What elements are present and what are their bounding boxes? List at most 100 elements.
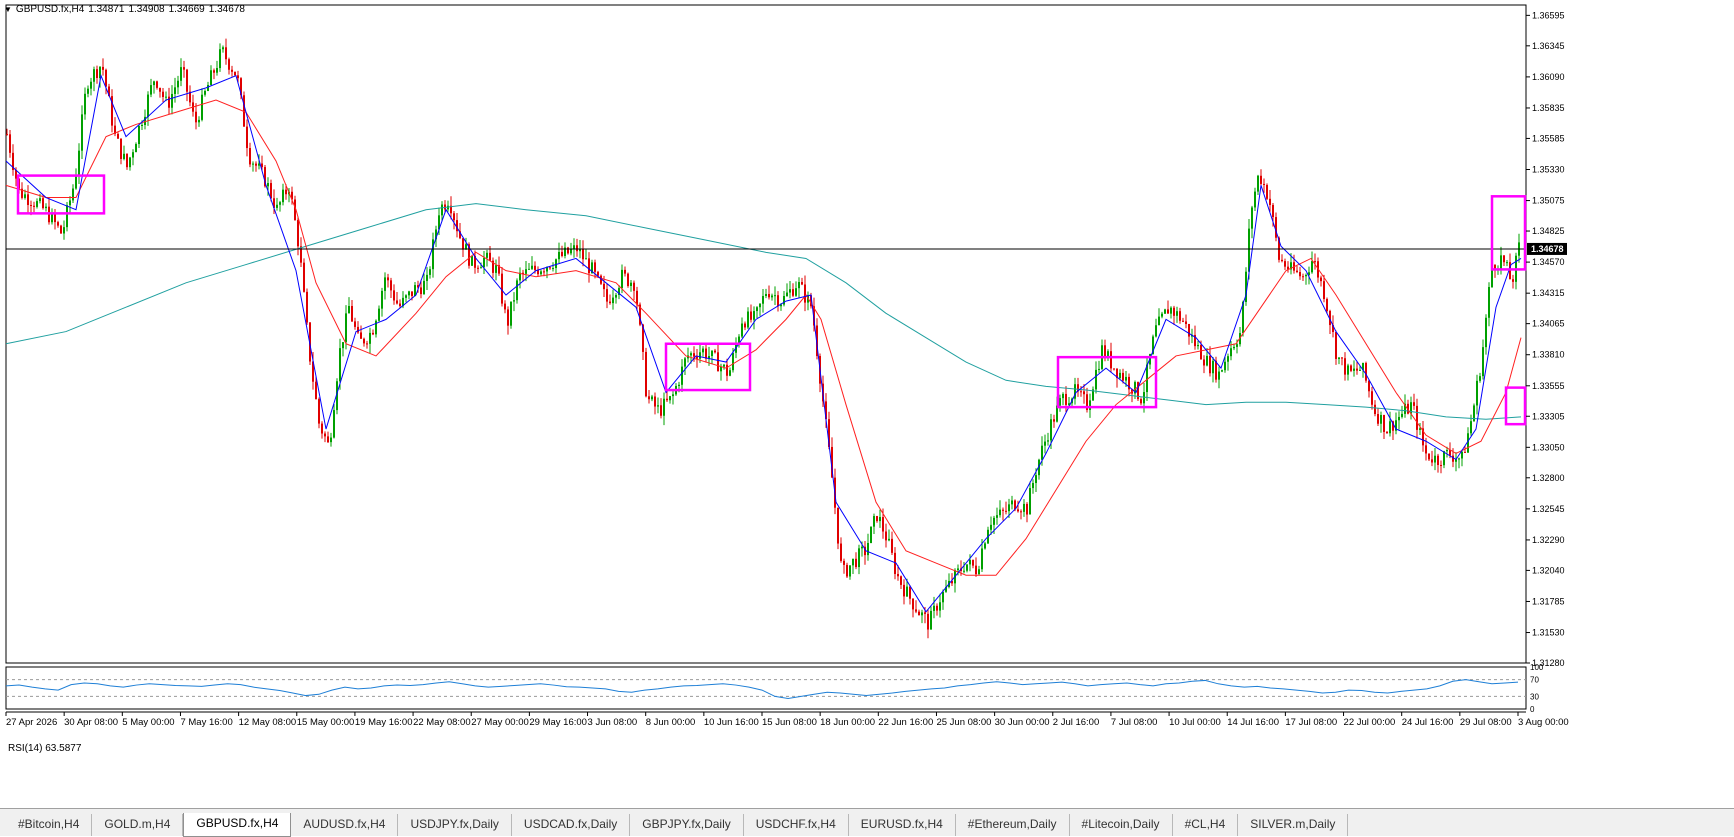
candle-body bbox=[654, 396, 656, 407]
candle-body bbox=[681, 366, 683, 385]
candle-body bbox=[1233, 346, 1235, 349]
candle-body bbox=[1227, 356, 1229, 362]
chart-tab-4[interactable]: AUDUSD.fx,H4 bbox=[291, 814, 399, 836]
candle-body bbox=[1305, 274, 1307, 277]
candle-body bbox=[186, 69, 188, 92]
candle-body bbox=[477, 267, 479, 269]
candle-body bbox=[1365, 362, 1367, 381]
candle-body bbox=[510, 301, 512, 326]
candle-body bbox=[984, 543, 986, 549]
candle-body bbox=[804, 284, 806, 303]
chart-tab-9[interactable]: EURUSD.fx,H4 bbox=[849, 814, 956, 836]
chart-tab-10[interactable]: #Ethereum,Daily bbox=[956, 814, 1070, 836]
candle-body bbox=[6, 134, 8, 136]
price-tick-label: 1.34570 bbox=[1532, 257, 1565, 267]
candle-body bbox=[1020, 511, 1022, 513]
candle-body bbox=[1200, 344, 1202, 360]
candle-body bbox=[1413, 402, 1415, 406]
candle-body bbox=[609, 301, 611, 304]
candle-body bbox=[231, 69, 233, 72]
candle-body bbox=[939, 602, 941, 611]
candle-body bbox=[453, 213, 455, 221]
candle-body bbox=[42, 198, 44, 209]
candle-body bbox=[303, 262, 305, 292]
candle-body bbox=[621, 269, 623, 289]
candle-body bbox=[1449, 450, 1451, 456]
time-tick-label: 29 Jul 08:00 bbox=[1460, 717, 1512, 728]
candle-body bbox=[774, 295, 776, 297]
candle-body bbox=[582, 248, 584, 260]
candle-body bbox=[717, 352, 719, 372]
candle-body bbox=[1506, 262, 1508, 264]
chart-tab-3[interactable]: GBPUSD.fx,H4 bbox=[183, 813, 292, 837]
candle-body bbox=[1125, 376, 1127, 381]
chart-tab-11[interactable]: #Litecoin,Daily bbox=[1070, 814, 1173, 836]
candle-body bbox=[33, 205, 35, 207]
candle-body bbox=[216, 68, 218, 73]
chart-tab-6[interactable]: USDCAD.fx,Daily bbox=[512, 814, 631, 836]
candle-body bbox=[39, 198, 41, 202]
candle-body bbox=[1122, 372, 1124, 381]
candle-body bbox=[1503, 255, 1505, 263]
chart-tab-1[interactable]: #Bitcoin,H4 bbox=[6, 814, 93, 836]
candle-body bbox=[135, 144, 137, 153]
candle-body bbox=[372, 332, 374, 335]
candle-body bbox=[633, 282, 635, 291]
candle-body bbox=[132, 152, 134, 158]
candle-body bbox=[1218, 371, 1220, 380]
time-tick-label: 15 Jun 08:00 bbox=[762, 717, 817, 728]
chart-tab-12[interactable]: #CL,H4 bbox=[1173, 814, 1239, 836]
candle-body bbox=[1098, 368, 1100, 370]
candle-body bbox=[84, 93, 86, 115]
chart-svg[interactable]: 1.36595 1.36345 1.36090 1.35835 1.35585 1.353… bbox=[0, 0, 1734, 736]
candle-body bbox=[906, 586, 908, 597]
chart-tab-5[interactable]: USDJPY.fx,Daily bbox=[398, 814, 512, 836]
candle-body bbox=[90, 81, 92, 89]
candle-body bbox=[744, 323, 746, 328]
candle-body bbox=[177, 80, 179, 88]
candle-body bbox=[159, 87, 161, 92]
candle-body bbox=[210, 70, 212, 85]
candle-body bbox=[207, 84, 209, 91]
chart-tab-7[interactable]: GBPJPY.fx,Daily bbox=[630, 814, 744, 836]
candle-body bbox=[714, 350, 716, 353]
candle-body bbox=[552, 268, 554, 270]
chart-area[interactable]: 1.36595 1.36345 1.36090 1.35835 1.35585 1.353… bbox=[0, 0, 1734, 736]
candle-body bbox=[1017, 509, 1019, 512]
candle-body bbox=[225, 47, 227, 60]
price-tick-label: 1.31785 bbox=[1532, 596, 1565, 606]
candle-body bbox=[75, 175, 77, 189]
candle-body bbox=[1266, 184, 1268, 199]
price-axis: 1.36595 1.36345 1.36090 1.35835 1.35585 1.353… bbox=[1526, 10, 1565, 668]
candle-body bbox=[531, 265, 533, 269]
chart-tab-8[interactable]: USDCHF.fx,H4 bbox=[744, 814, 849, 836]
candle-body bbox=[1485, 317, 1487, 348]
candle-body bbox=[45, 206, 47, 209]
candle-body bbox=[1434, 455, 1436, 463]
time-tick-label: 24 Jul 16:00 bbox=[1402, 717, 1454, 728]
candle-body bbox=[645, 351, 647, 397]
candle-body bbox=[1353, 368, 1355, 371]
dropdown-triangle-icon[interactable]: ▼ bbox=[4, 5, 12, 14]
candle-body bbox=[1155, 325, 1157, 337]
candle-body bbox=[57, 222, 59, 226]
candle-body bbox=[876, 516, 878, 522]
candle-body bbox=[696, 356, 698, 359]
candle-body bbox=[297, 220, 299, 247]
candle-body bbox=[1416, 405, 1418, 430]
price-tick-label: 1.31530 bbox=[1532, 628, 1565, 638]
candle-body bbox=[1110, 351, 1112, 369]
candle-body bbox=[174, 87, 176, 94]
candle-body bbox=[1224, 361, 1226, 371]
price-tick-label: 1.34315 bbox=[1532, 288, 1565, 298]
chart-tab-13[interactable]: SILVER.m,Daily bbox=[1238, 814, 1349, 836]
candle-body bbox=[60, 225, 62, 234]
candle-body bbox=[198, 119, 200, 123]
chart-tab-2[interactable]: GOLD.m,H4 bbox=[92, 814, 184, 836]
candle-body bbox=[837, 507, 839, 544]
candle-body bbox=[162, 91, 164, 98]
candle-body bbox=[1167, 309, 1169, 314]
candle-body bbox=[270, 183, 272, 199]
candle-body bbox=[933, 605, 935, 611]
candle-body bbox=[348, 305, 350, 314]
